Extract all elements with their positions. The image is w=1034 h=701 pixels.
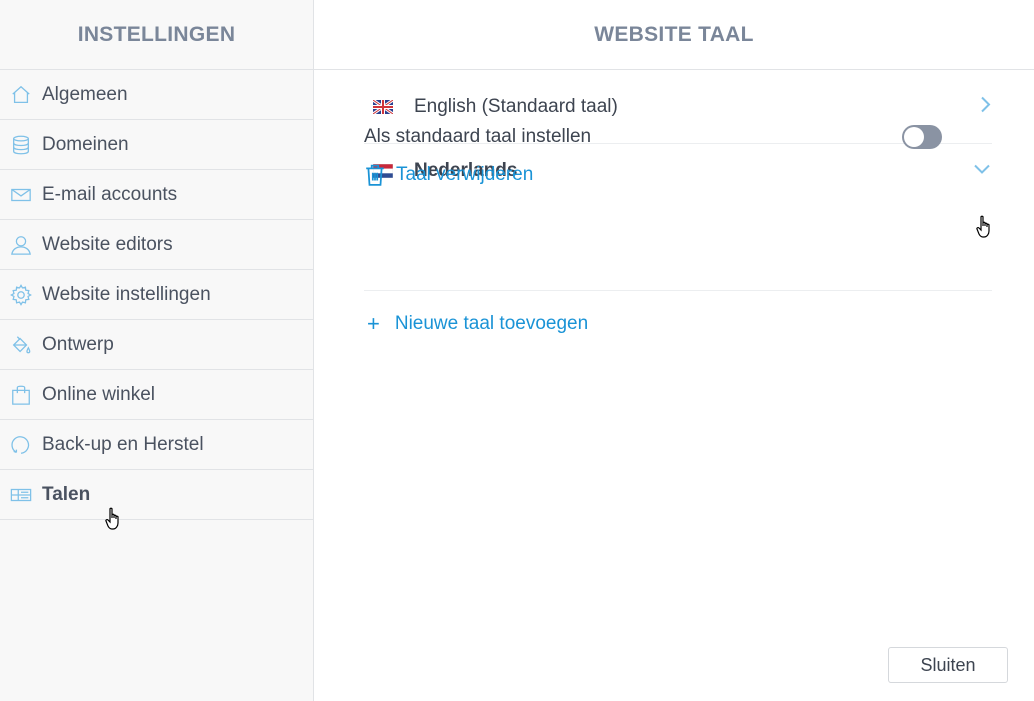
set-default-row: Als standaard taal instellen [364,125,942,149]
language-label: English (Standaard taal) [414,95,618,117]
home-icon [9,83,33,107]
envelope-icon [9,183,33,207]
uk-flag-icon [373,99,393,114]
delete-language-link[interactable]: Taal verwijderen [364,164,533,186]
sidebar-item-label: Algemeen [42,83,128,105]
languages-icon [9,483,33,507]
sidebar-item-label: Website editors [42,233,173,255]
sidebar-item-algemeen[interactable]: Algemeen [0,70,313,120]
set-default-label: Als standaard taal instellen [364,126,592,147]
sidebar-item-online-winkel[interactable]: Online winkel [0,370,313,420]
shopping-bag-icon [9,383,33,407]
sidebar-item-label: E-mail accounts [42,183,178,205]
gear-icon [9,283,33,307]
chevron-down-icon[interactable] [972,161,992,180]
add-language-label: Nieuwe taal toevoegen [394,313,589,334]
plus-icon: + [367,311,380,336]
sidebar-item-ontwerp[interactable]: Ontwerp [0,320,313,370]
restore-icon [9,433,33,457]
trash-icon [364,164,386,186]
set-default-toggle[interactable] [902,125,942,149]
sidebar-item-email-accounts[interactable]: E-mail accounts [0,170,313,220]
sidebar-item-talen[interactable]: Talen [0,470,313,520]
sidebar-item-label: Website instellingen [42,283,211,305]
sidebar-item-back-up-en-herstel[interactable]: Back-up en Herstel [0,420,313,470]
paint-bucket-icon [9,333,33,357]
sidebar-item-label: Ontwerp [42,333,114,355]
add-language-link[interactable]: + Nieuwe taal toevoegen [367,313,588,335]
sidebar-item-label: Talen [42,483,91,505]
sidebar-item-website-instellingen[interactable]: Website instellingen [0,270,313,320]
user-icon [9,233,33,257]
delete-language-label: Taal verwijderen [396,164,534,185]
database-icon [9,133,33,157]
sidebar-item-label: Domeinen [42,133,129,155]
page-title: WEBSITE TAAL [314,0,1034,70]
toggle-knob [904,127,924,147]
main-panel: WEBSITE TAAL English (Standaard taal) Ne… [314,0,1034,701]
sidebar-title: INSTELLINGEN [0,0,313,70]
chevron-right-icon[interactable] [978,94,992,119]
sidebar-item-domeinen[interactable]: Domeinen [0,120,313,170]
sidebar-item-label: Online winkel [42,383,155,405]
close-button[interactable]: Sluiten [888,647,1008,683]
sidebar-item-website-editors[interactable]: Website editors [0,220,313,270]
sidebar-item-label: Back-up en Herstel [42,433,204,455]
sidebar: INSTELLINGEN Algemeen Domeinen E-mail ac… [0,0,314,701]
